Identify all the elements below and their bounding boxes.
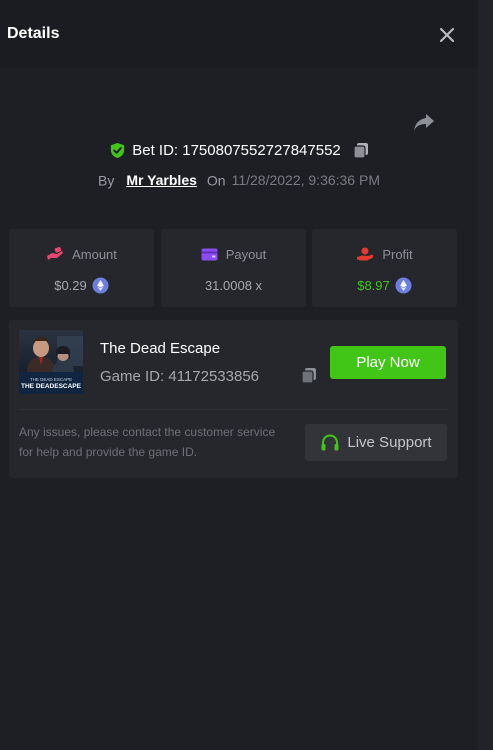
copy-game-id-icon[interactable] [301,367,317,384]
card-divider [19,409,448,410]
eth-coin-icon [395,276,412,294]
support-message: Any issues, please contact the customer … [19,425,276,459]
backdrop-strip [478,0,493,750]
amount-value: $0.29 [54,277,87,293]
svg-text:THE DEAD ESCAPE: THE DEAD ESCAPE [30,377,72,382]
hand-money-icon [357,247,374,260]
details-panel: Details Bet ID: 1750807552727847552 By Mr… [0,0,478,750]
eth-coin-icon [92,276,109,294]
bet-date: 11/28/2022, 9:36:36 PM [231,172,380,189]
game-id: Game ID: 41172533856 [100,368,260,385]
share-icon [414,114,434,131]
payout-label: Payout [225,246,267,262]
wallet-icon [201,248,218,260]
amount-label: Amount [72,246,117,262]
bet-id: Bet ID: 1750807552727847552 [132,142,341,159]
hand-coin-icon [47,247,64,260]
close-button[interactable] [436,24,458,46]
play-now-button[interactable]: Play Now [330,346,446,379]
on-label: On [206,172,226,189]
by-label: By [97,172,115,189]
stats-row: Amount $0.29 Payout 31.0008 x Profit $8.… [9,229,458,307]
payout-value: 31.0008 x [204,277,263,293]
headset-icon [321,433,339,450]
profit-value: $8.97 [357,277,390,293]
copy-icon[interactable] [353,142,369,159]
payout-stat: Payout 31.0008 x [161,229,306,307]
game-cover-image: THE DEAD ESCAPE THE DEADESCAPE [19,330,83,394]
live-support-button[interactable]: Live Support [305,424,447,461]
verified-shield-icon [111,142,125,159]
bet-id-row: Bet ID: 1750807552727847552 [0,142,478,164]
panel-header: Details [0,0,478,68]
game-title: The Dead Escape [100,340,221,357]
game-card: THE DEAD ESCAPE THE DEADESCAPE The Dead … [9,320,458,478]
profit-label: Profit [382,246,413,262]
panel-title: Details [7,25,60,42]
game-cover-caption: THE DEADESCAPE [21,383,82,390]
live-support-label: Live Support [347,434,432,451]
username-link[interactable]: Mr Yarbles [126,172,197,188]
game-thumbnail[interactable]: THE DEAD ESCAPE THE DEADESCAPE [19,330,83,394]
profit-stat: Profit $8.97 [312,229,457,307]
share-button[interactable] [412,111,436,133]
close-icon [439,27,455,43]
bet-meta-row: By Mr Yarbles On 11/28/2022, 9:36:36 PM [0,171,478,193]
amount-stat: Amount $0.29 [9,229,154,307]
